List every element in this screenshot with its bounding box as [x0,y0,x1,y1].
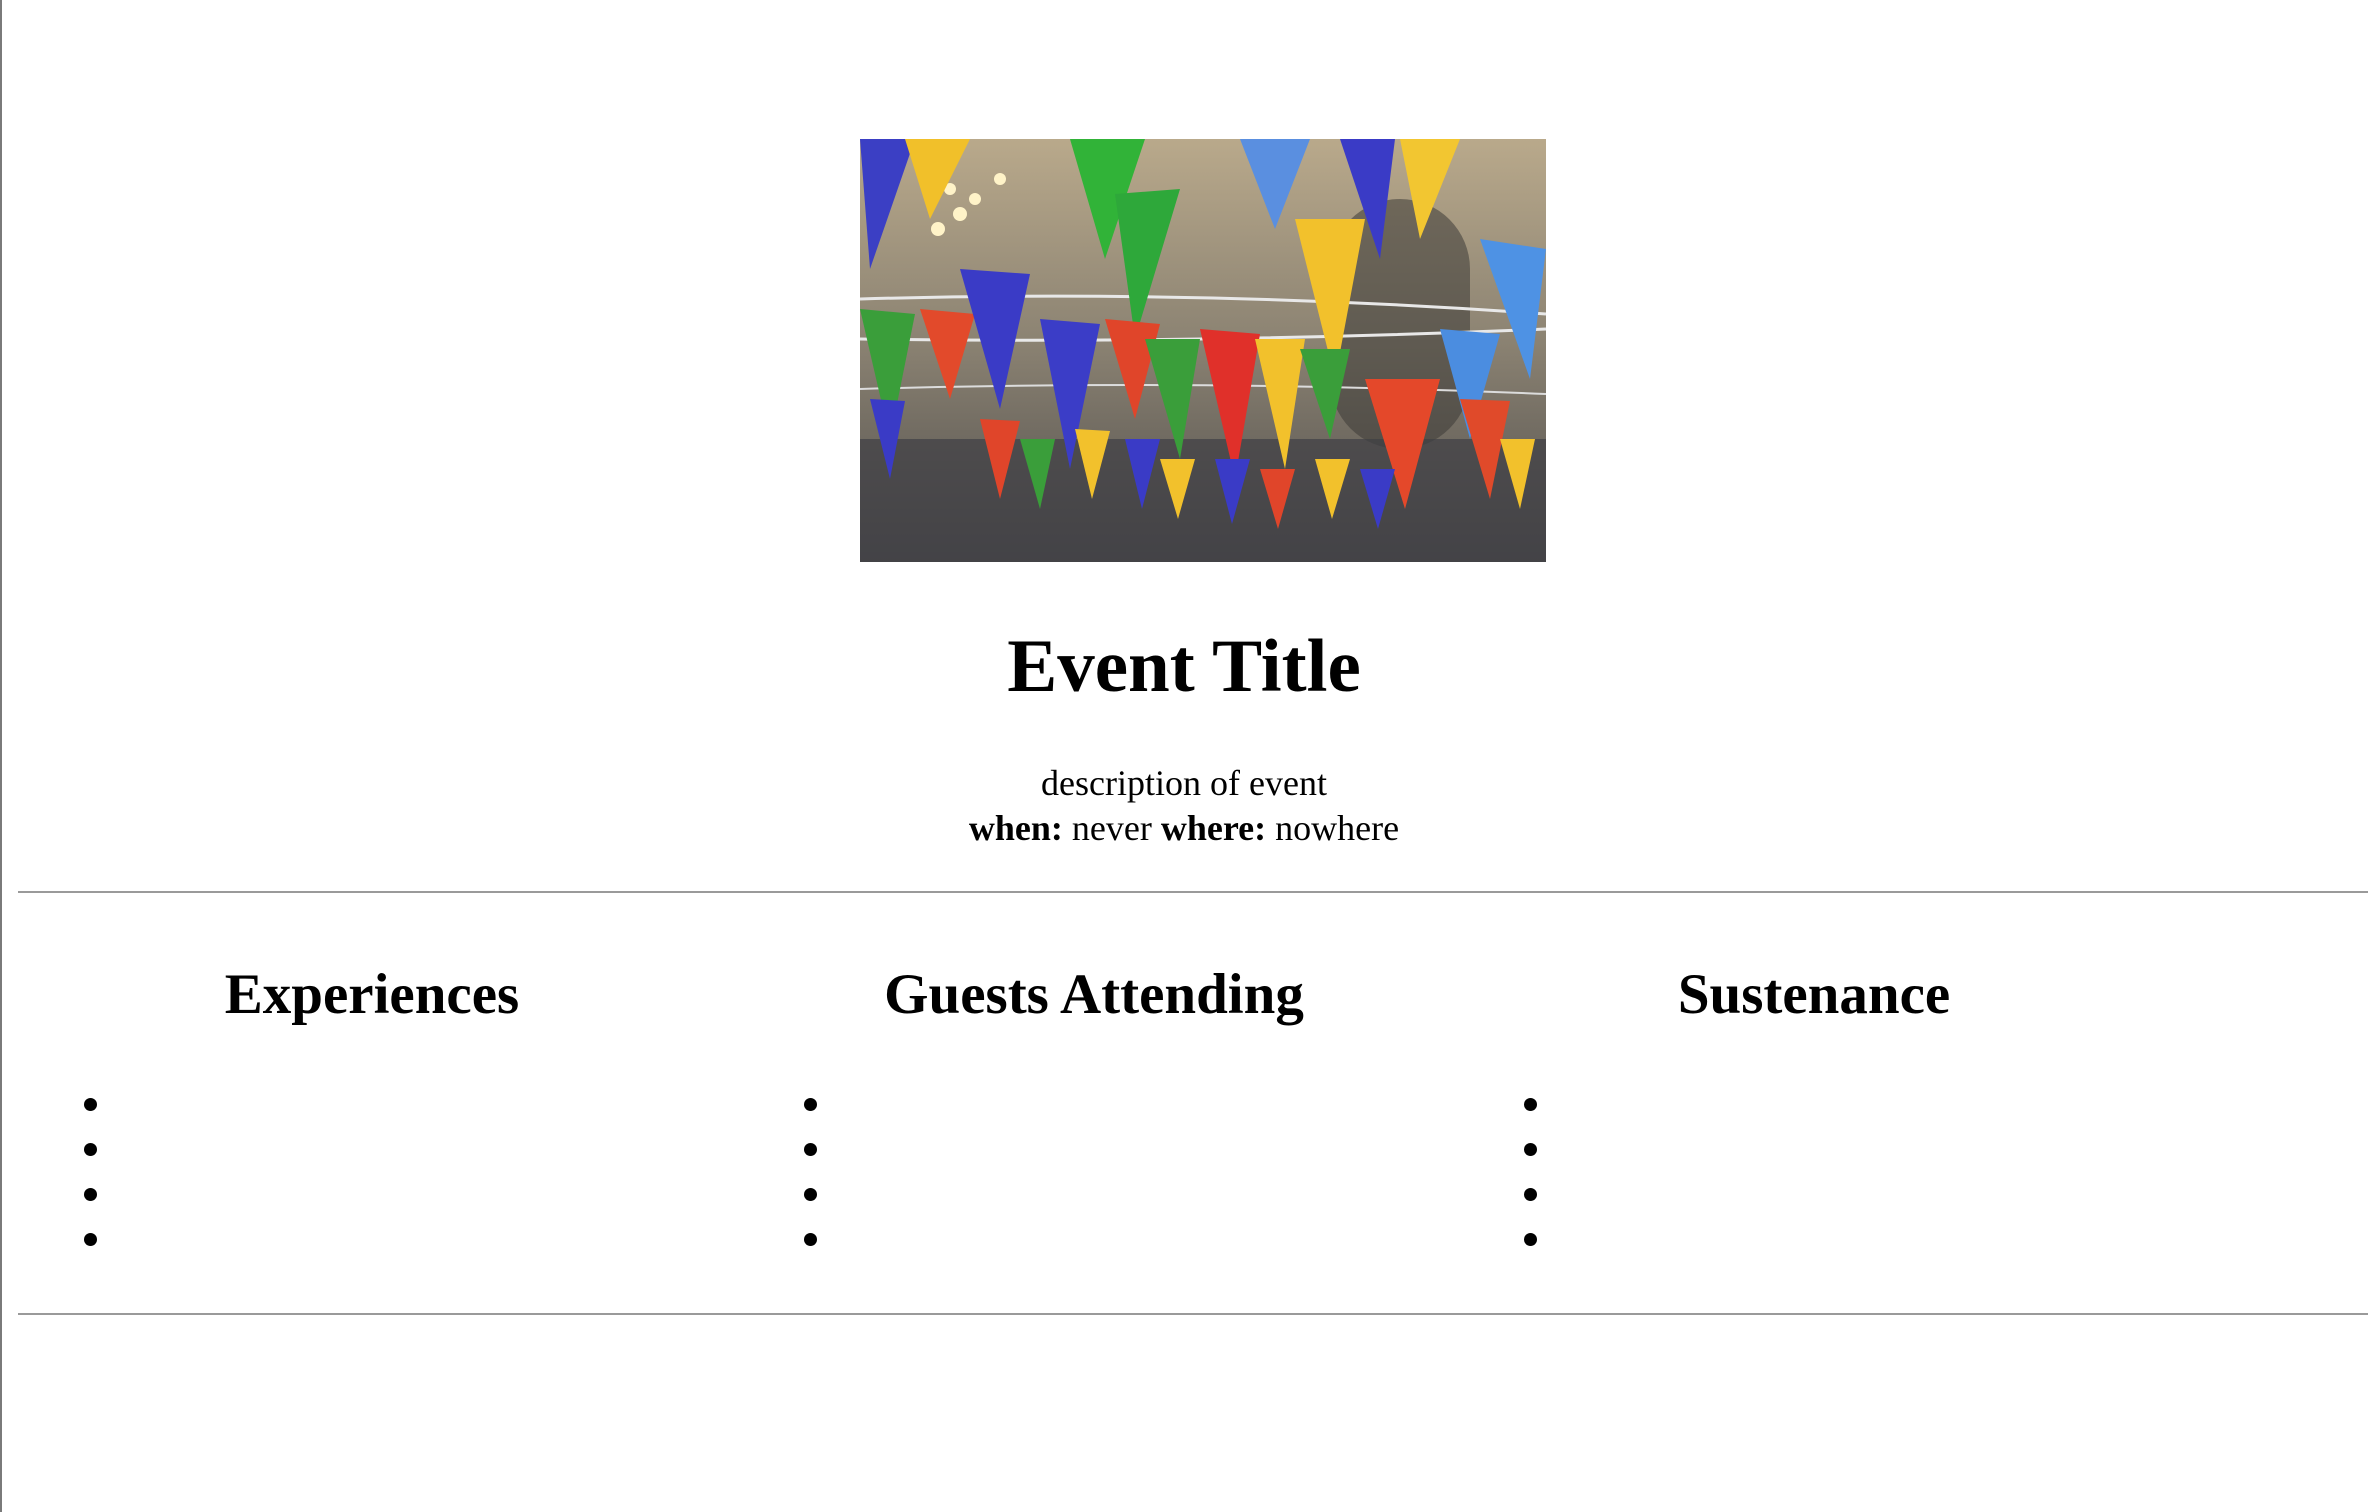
window-left-edge [0,0,2,1512]
when-label: when: [968,808,1063,848]
where-value: nowhere [1275,808,1400,848]
guests-column: Guests Attending [794,950,1394,1246]
sustenance-heading: Sustenance [1677,963,1951,1026]
sustenance-column: Sustenance [1514,950,2114,1246]
event-meta: when: never where: nowhere [0,806,2368,851]
guests-heading: Guests Attending [884,963,1304,1026]
where-label: where: [1160,808,1267,848]
event-description: description of event [1041,763,1327,803]
experiences-column: Experiences [72,950,672,1246]
section-divider-bottom [18,1313,2368,1315]
experiences-heading: Experiences [224,963,520,1026]
event-image [860,139,1546,562]
when-value: never [1071,808,1152,848]
event-title: Event Title [1007,625,1361,708]
bunting-flags-image [860,139,1546,562]
section-divider-top [18,891,2368,893]
